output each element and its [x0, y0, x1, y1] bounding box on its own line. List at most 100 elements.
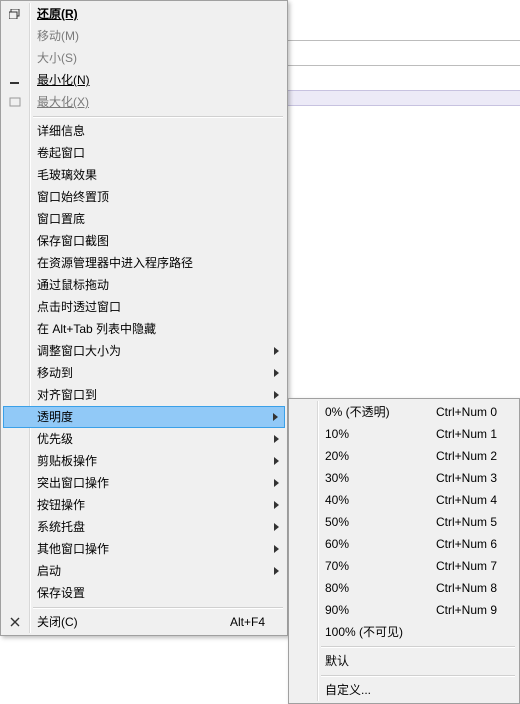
submenu-item-default[interactable]: 默认 [291, 650, 517, 672]
submenu-item-10pct[interactable]: 10% Ctrl+Num 1 [291, 423, 517, 445]
menu-item-save-screenshot[interactable]: 保存窗口截图 [3, 230, 285, 252]
menu-item-label: 70% [325, 559, 349, 573]
menu-item-priority[interactable]: 优先级 [3, 428, 285, 450]
menu-item-resize-to[interactable]: 调整窗口大小为 [3, 340, 285, 362]
menu-item-label: 30% [325, 471, 349, 485]
menu-item-label: 剪贴板操作 [37, 454, 97, 468]
submenu-item-90pct[interactable]: 90% Ctrl+Num 9 [291, 599, 517, 621]
menu-item-accelerator: Ctrl+Num 1 [436, 423, 497, 445]
submenu-item-60pct[interactable]: 60% Ctrl+Num 6 [291, 533, 517, 555]
menu-separator [321, 675, 515, 676]
minimize-icon [8, 74, 22, 86]
menu-item-move: 移动(M) [3, 25, 285, 47]
restore-icon [8, 8, 22, 20]
menu-item-click-through[interactable]: 点击时透过窗口 [3, 296, 285, 318]
menu-item-hide-alt-tab[interactable]: 在 Alt+Tab 列表中隐藏 [3, 318, 285, 340]
menu-item-label: 10% [325, 427, 349, 441]
menu-item-send-to-bottom[interactable]: 窗口置底 [3, 208, 285, 230]
menu-item-system-tray[interactable]: 系统托盘 [3, 516, 285, 538]
menu-item-accelerator: Ctrl+Num 7 [436, 555, 497, 577]
menu-item-size: 大小(S) [3, 47, 285, 69]
submenu-item-40pct[interactable]: 40%Ctrl+Num 4 [291, 489, 517, 511]
bg-divider [288, 40, 520, 41]
menu-item-move-to[interactable]: 移动到 [3, 362, 285, 384]
submenu-arrow-icon [274, 457, 279, 465]
menu-item-label: 默认 [325, 654, 349, 668]
menu-item-aero-glass[interactable]: 毛玻璃效果 [3, 164, 285, 186]
menu-item-label: 移动(M) [37, 29, 79, 43]
submenu-arrow-icon [274, 369, 279, 377]
submenu-item-50pct[interactable]: 50%Ctrl+Num 5 [291, 511, 517, 533]
menu-item-label: 按钮操作 [37, 498, 85, 512]
submenu-item-70pct[interactable]: 70% Ctrl+Num 7 [291, 555, 517, 577]
menu-item-highlight[interactable]: 突出窗口操作 [3, 472, 285, 494]
system-context-menu[interactable]: 还原(R) 移动(M) 大小(S) 最小化(N) 最大化(X) 详细信息 卷起窗… [0, 0, 288, 636]
menu-item-label: 窗口置底 [37, 212, 85, 226]
submenu-arrow-icon [274, 347, 279, 355]
menu-item-drag-by-mouse[interactable]: 通过鼠标拖动 [3, 274, 285, 296]
menu-item-start[interactable]: 启动 [3, 560, 285, 582]
menu-item-align-to[interactable]: 对齐窗口到 [3, 384, 285, 406]
menu-item-label: 60% [325, 537, 349, 551]
menu-separator [33, 116, 283, 117]
menu-item-minimize[interactable]: 最小化(N) [3, 69, 285, 91]
menu-item-accelerator: Alt+F4 [230, 611, 265, 633]
menu-item-label: 最小化(N) [37, 73, 90, 87]
menu-item-label: 50% [325, 515, 349, 529]
menu-item-label: 透明度 [37, 410, 73, 424]
menu-item-label: 保存设置 [37, 586, 85, 600]
menu-item-label: 点击时透过窗口 [37, 300, 121, 314]
menu-item-close[interactable]: 关闭(C) Alt+F4 [3, 611, 285, 633]
menu-item-label: 窗口始终置顶 [37, 190, 109, 204]
submenu-arrow-icon [274, 391, 279, 399]
submenu-arrow-icon [274, 501, 279, 509]
menu-item-label: 自定义... [325, 683, 371, 697]
menu-item-buttons[interactable]: 按钮操作 [3, 494, 285, 516]
menu-item-accelerator: Ctrl+Num 9 [436, 599, 497, 621]
menu-item-label: 100% (不可见) [325, 625, 403, 639]
menu-item-details[interactable]: 详细信息 [3, 120, 285, 142]
menu-item-label: 详细信息 [37, 124, 85, 138]
menu-item-label: 卷起窗口 [37, 146, 85, 160]
menu-item-label: 80% [325, 581, 349, 595]
menu-item-accelerator: Ctrl+Num 4 [436, 489, 497, 511]
submenu-item-80pct[interactable]: 80% Ctrl+Num 8 [291, 577, 517, 599]
menu-item-other-windows[interactable]: 其他窗口操作 [3, 538, 285, 560]
menu-separator [321, 646, 515, 647]
menu-item-label: 移动到 [37, 366, 73, 380]
menu-separator [33, 607, 283, 608]
submenu-item-0pct[interactable]: 0% (不透明)Ctrl+Num 0 [291, 401, 517, 423]
menu-item-transparency[interactable]: 透明度 [3, 406, 285, 428]
submenu-item-30pct[interactable]: 30% Ctrl+Num 3 [291, 467, 517, 489]
menu-item-save-settings[interactable]: 保存设置 [3, 582, 285, 604]
menu-item-label: 其他窗口操作 [37, 542, 109, 556]
menu-item-label: 优先级 [37, 432, 73, 446]
submenu-item-100pct[interactable]: 100% (不可见) [291, 621, 517, 643]
submenu-arrow-icon [274, 523, 279, 531]
menu-item-label: 0% (不透明) [325, 405, 390, 419]
menu-item-rollup[interactable]: 卷起窗口 [3, 142, 285, 164]
menu-item-label: 最大化(X) [37, 95, 89, 109]
transparency-submenu[interactable]: 0% (不透明)Ctrl+Num 0 10% Ctrl+Num 1 20%Ctrl… [288, 398, 520, 704]
menu-item-always-on-top[interactable]: 窗口始终置顶 [3, 186, 285, 208]
menu-item-accelerator: Ctrl+Num 2 [436, 445, 497, 467]
submenu-arrow-icon [274, 567, 279, 575]
menu-item-label: 系统托盘 [37, 520, 85, 534]
maximize-icon [8, 96, 22, 108]
menu-item-label: 保存窗口截图 [37, 234, 109, 248]
menu-item-restore[interactable]: 还原(R) [3, 3, 285, 25]
menu-item-accelerator: Ctrl+Num 6 [436, 533, 497, 555]
menu-item-label: 在 Alt+Tab 列表中隐藏 [37, 322, 156, 336]
menu-item-accelerator: Ctrl+Num 3 [436, 467, 497, 489]
submenu-item-custom[interactable]: 自定义... [291, 679, 517, 701]
bg-divider [288, 65, 520, 66]
menu-item-label: 90% [325, 603, 349, 617]
submenu-arrow-icon [274, 479, 279, 487]
menu-item-open-in-explorer[interactable]: 在资源管理器中进入程序路径 [3, 252, 285, 274]
submenu-arrow-icon [274, 435, 279, 443]
submenu-item-20pct[interactable]: 20%Ctrl+Num 2 [291, 445, 517, 467]
menu-item-clipboard[interactable]: 剪贴板操作 [3, 450, 285, 472]
background-region [288, 0, 520, 110]
menu-item-accelerator: Ctrl+Num 8 [436, 577, 497, 599]
submenu-arrow-icon [273, 413, 278, 421]
